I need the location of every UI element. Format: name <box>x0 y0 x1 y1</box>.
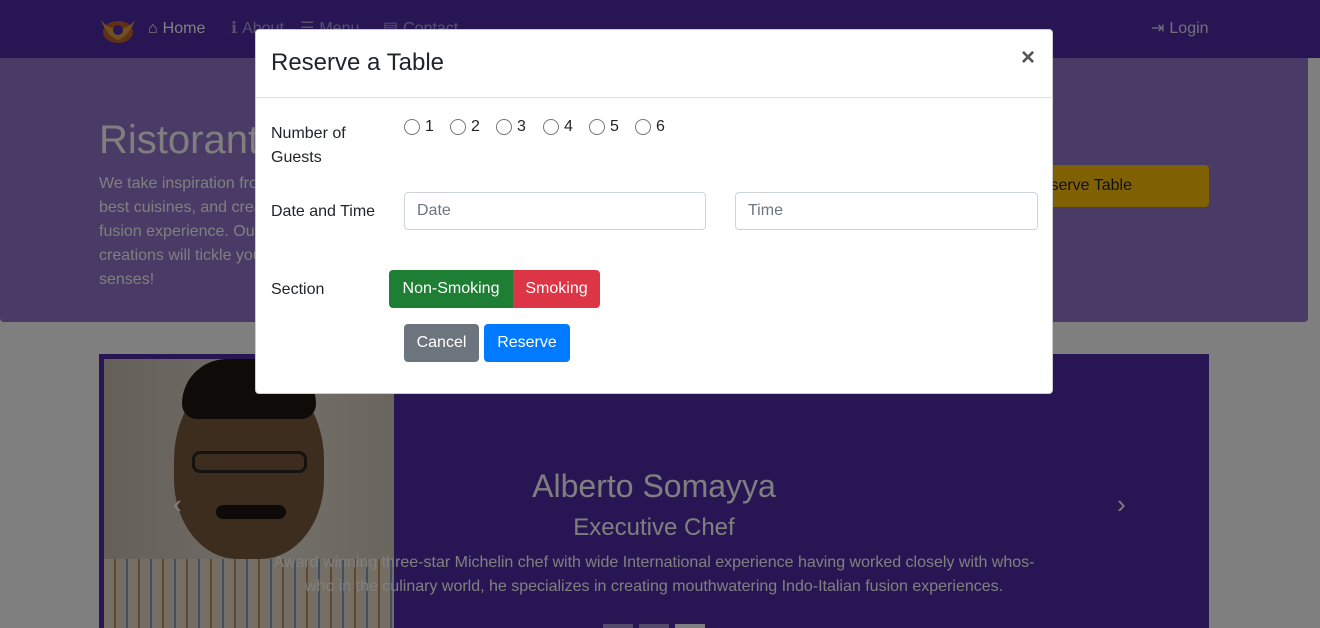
cancel-button[interactable]: Cancel <box>404 324 479 362</box>
guest-radio-3[interactable]: 3 <box>496 118 526 136</box>
guests-label: Number of Guests <box>271 125 346 166</box>
radio-circle[interactable] <box>543 119 559 135</box>
radio-circle[interactable] <box>496 119 512 135</box>
non-smoking-button[interactable]: Non-Smoking <box>389 270 513 308</box>
guest-option-label: 5 <box>610 118 619 135</box>
radio-circle[interactable] <box>450 119 466 135</box>
guest-radio-5[interactable]: 5 <box>589 118 619 136</box>
date-time-label: Date and Time <box>271 203 376 220</box>
guest-option-label: 4 <box>564 118 573 135</box>
guest-radio-2[interactable]: 2 <box>450 118 480 136</box>
modal-title: Reserve a Table <box>271 49 444 76</box>
guest-radio-1[interactable]: 1 <box>404 118 434 136</box>
reserve-button[interactable]: Reserve <box>484 324 570 362</box>
reserve-modal: Reserve a Table × Number of Guests 1 2 3… <box>255 29 1053 394</box>
time-input[interactable]: Time <box>735 192 1038 230</box>
guest-option-label: 3 <box>517 118 526 135</box>
close-icon[interactable]: × <box>1021 44 1035 72</box>
guest-option-label: 1 <box>425 118 434 135</box>
guest-radio-4[interactable]: 4 <box>543 118 573 136</box>
guest-option-label: 6 <box>656 118 665 135</box>
radio-circle[interactable] <box>635 119 651 135</box>
modal-header: Reserve a Table × <box>256 30 1052 98</box>
guest-option-label: 2 <box>471 118 480 135</box>
smoking-button[interactable]: Smoking <box>513 270 600 308</box>
section-label: Section <box>271 281 325 298</box>
radio-circle[interactable] <box>404 119 420 135</box>
date-input[interactable]: Date <box>404 192 706 230</box>
radio-circle[interactable] <box>589 119 605 135</box>
guest-radio-6[interactable]: 6 <box>635 118 665 136</box>
